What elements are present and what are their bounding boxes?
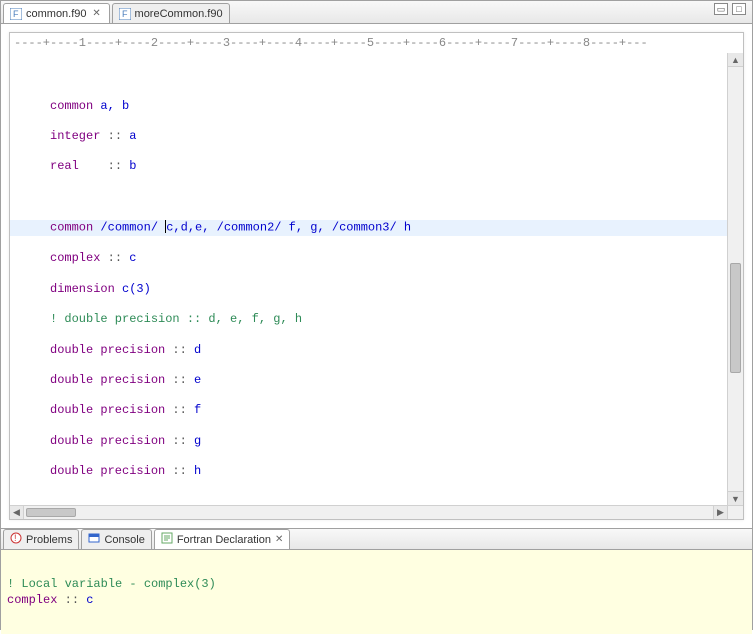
minimize-button[interactable]: ▭ (714, 3, 728, 15)
problems-icon: ! (10, 532, 22, 547)
console-icon (88, 532, 100, 547)
declaration-content[interactable]: ! Local variable - complex(3) complex ::… (1, 549, 752, 634)
close-icon[interactable]: ✕ (275, 534, 283, 545)
scroll-left-arrow[interactable]: ◀ (10, 506, 24, 519)
tab-common-f90[interactable]: F common.f90 ✕ (3, 3, 110, 23)
svg-text:F: F (13, 9, 19, 19)
window-controls: ▭ □ (714, 3, 746, 15)
tab-label: Fortran Declaration (177, 534, 271, 546)
declaration-comment: ! Local variable - complex(3) (7, 577, 216, 591)
editor-tab-bar: F common.f90 ✕ F moreCommon.f90 ▭ □ (1, 1, 752, 23)
selected-line[interactable]: common /common/ c,d,e, /common2/ f, g, /… (10, 220, 743, 236)
editor-area: ----+----1----+----2----+----3----+----4… (1, 23, 752, 529)
code-text[interactable]: common a, b integer :: a real :: b commo… (10, 53, 743, 505)
maximize-button[interactable]: □ (732, 3, 746, 15)
tab-fortran-declaration[interactable]: Fortran Declaration ✕ (154, 529, 291, 549)
scroll-thumb[interactable] (730, 263, 741, 373)
scroll-thumb-h[interactable] (26, 508, 76, 517)
tab-label: Console (104, 534, 144, 546)
bottom-panel: ! Problems Console Fortran Declaration ✕… (1, 529, 752, 629)
scrollbar-corner (727, 505, 743, 519)
svg-text:F: F (122, 9, 128, 19)
tab-label: moreCommon.f90 (135, 8, 223, 20)
editor-inner: ----+----1----+----2----+----3----+----4… (9, 32, 744, 520)
vertical-scrollbar[interactable]: ▲ ▼ (727, 53, 743, 505)
tab-problems[interactable]: ! Problems (3, 529, 79, 549)
scroll-up-arrow[interactable]: ▲ (728, 53, 743, 67)
scroll-down-arrow[interactable]: ▼ (728, 491, 743, 505)
tab-console[interactable]: Console (81, 529, 151, 549)
declaration-var: c (86, 593, 93, 607)
fortran-file-icon: F (10, 8, 22, 20)
tab-morecommon-f90[interactable]: F moreCommon.f90 (112, 3, 230, 23)
declaration-keyword: complex (7, 593, 57, 607)
tab-label: Problems (26, 534, 72, 546)
close-icon[interactable]: ✕ (91, 8, 103, 20)
tab-label: common.f90 (26, 8, 87, 20)
horizontal-scrollbar[interactable]: ◀ ▶ (10, 505, 727, 519)
fortran-file-icon: F (119, 8, 131, 20)
column-ruler: ----+----1----+----2----+----3----+----4… (10, 33, 743, 53)
code-area[interactable]: common a, b integer :: a real :: b commo… (10, 53, 743, 519)
bottom-tab-bar: ! Problems Console Fortran Declaration ✕ (1, 529, 752, 549)
scroll-right-arrow[interactable]: ▶ (713, 506, 727, 519)
svg-text:!: ! (14, 533, 17, 543)
declaration-icon (161, 532, 173, 547)
